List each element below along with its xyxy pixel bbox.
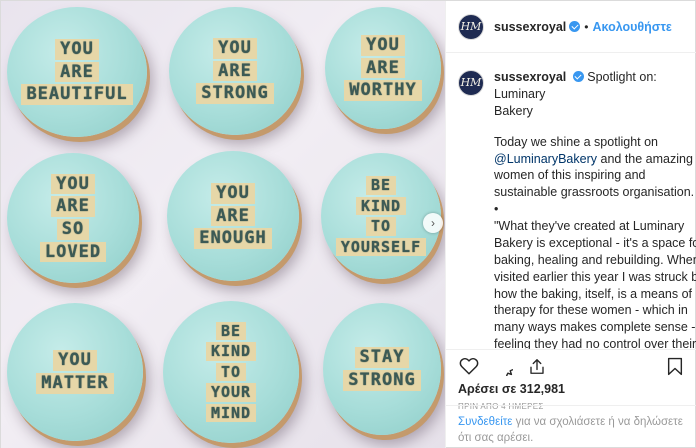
separator-dot: • <box>584 19 589 34</box>
cupcake: BE KIND TO YOUR MIND <box>163 301 299 443</box>
login-prompt: Συνδεθείτε για να σχολιάσετε ή να δηλώσε… <box>446 405 696 448</box>
like-button[interactable] <box>458 355 480 377</box>
cupcake-message: BE KIND TO YOUR MIND <box>205 321 257 423</box>
save-button[interactable] <box>664 355 686 377</box>
cupcake-message: BE KIND TO YOURSELF <box>335 176 427 256</box>
verified-badge-icon <box>572 71 584 82</box>
cupcake: STAY STRONG <box>323 303 441 435</box>
follow-button[interactable]: Ακολουθήστε <box>592 20 671 34</box>
cupcake-message: YOU ARE BEAUTIFUL <box>21 38 133 106</box>
cupcake: BE KIND TO YOURSELF <box>321 153 441 279</box>
caption-text: Today we shine a spotlight on <box>494 134 658 149</box>
like-count[interactable]: Αρέσει σε 312,981 <box>458 382 686 396</box>
caption-title-line2: Bakery <box>494 103 533 118</box>
cupcake: YOU ARE BEAUTIFUL <box>7 7 147 137</box>
caption-quote: "What they've created at Luminary Bakery… <box>494 219 696 349</box>
caption-header: HM sussexroyal Spotlight on: Luminary Ba… <box>458 69 685 120</box>
heart-icon <box>459 358 479 375</box>
cupcake-message: YOU ARE ENOUGH <box>194 182 272 250</box>
cupcake: YOU ARE WORTHY <box>325 7 441 129</box>
share-icon <box>530 358 544 374</box>
instagram-post: YOU ARE BEAUTIFUL YOU ARE STRONG YOU ARE… <box>0 0 696 448</box>
login-link[interactable]: Συνδεθείτε <box>458 416 512 428</box>
comment-button[interactable] <box>492 355 514 377</box>
cupcake-message: YOU ARE WORTHY <box>344 34 422 102</box>
post-photo[interactable]: YOU ARE BEAUTIFUL YOU ARE STRONG YOU ARE… <box>1 1 445 448</box>
chevron-right-icon: › <box>431 216 435 230</box>
cupcake-message: YOU MATTER <box>36 350 114 394</box>
cupcake-message: STAY STRONG <box>343 347 421 391</box>
cupcake: YOU MATTER <box>7 303 143 441</box>
post-header: HM sussexroyal • Ακολουθήστε <box>446 1 696 53</box>
caption-area: HM sussexroyal Spotlight on: Luminary Ba… <box>446 53 696 349</box>
carousel-next-button[interactable]: › <box>423 213 443 233</box>
cupcake: YOU ARE STRONG <box>169 7 301 135</box>
verified-badge-icon <box>569 21 581 32</box>
action-bar: Αρέσει σε 312,981 ΠΡΙΝ ΑΠΟ 4 ΗΜΕΡΕΣ <box>446 349 696 411</box>
username-link[interactable]: sussexroyal <box>494 20 566 34</box>
cupcake-message: YOU ARE SO LOVED <box>39 173 107 263</box>
comment-icon <box>505 368 513 376</box>
caption-username[interactable]: sussexroyal <box>494 70 566 84</box>
action-buttons <box>458 350 686 382</box>
mention-link[interactable]: @LuminaryBakery <box>494 152 597 166</box>
avatar[interactable]: HM <box>458 13 484 40</box>
caption-avatar[interactable]: HM <box>458 70 484 96</box>
cupcake: YOU ARE ENOUGH <box>167 151 299 281</box>
cupcake-message: YOU ARE STRONG <box>196 37 274 105</box>
bookmark-icon <box>667 357 683 375</box>
post-sidebar: HM sussexroyal • Ακολουθήστε HM sussexro… <box>445 1 696 448</box>
share-button[interactable] <box>526 355 548 377</box>
caption-paragraph: Today we shine a spotlight on @LuminaryB… <box>494 134 696 349</box>
cupcake: YOU ARE SO LOVED <box>7 153 139 283</box>
caption-bullet: • <box>494 202 499 217</box>
caption-title-block: sussexroyal Spotlight on: Luminary Baker… <box>494 69 685 120</box>
